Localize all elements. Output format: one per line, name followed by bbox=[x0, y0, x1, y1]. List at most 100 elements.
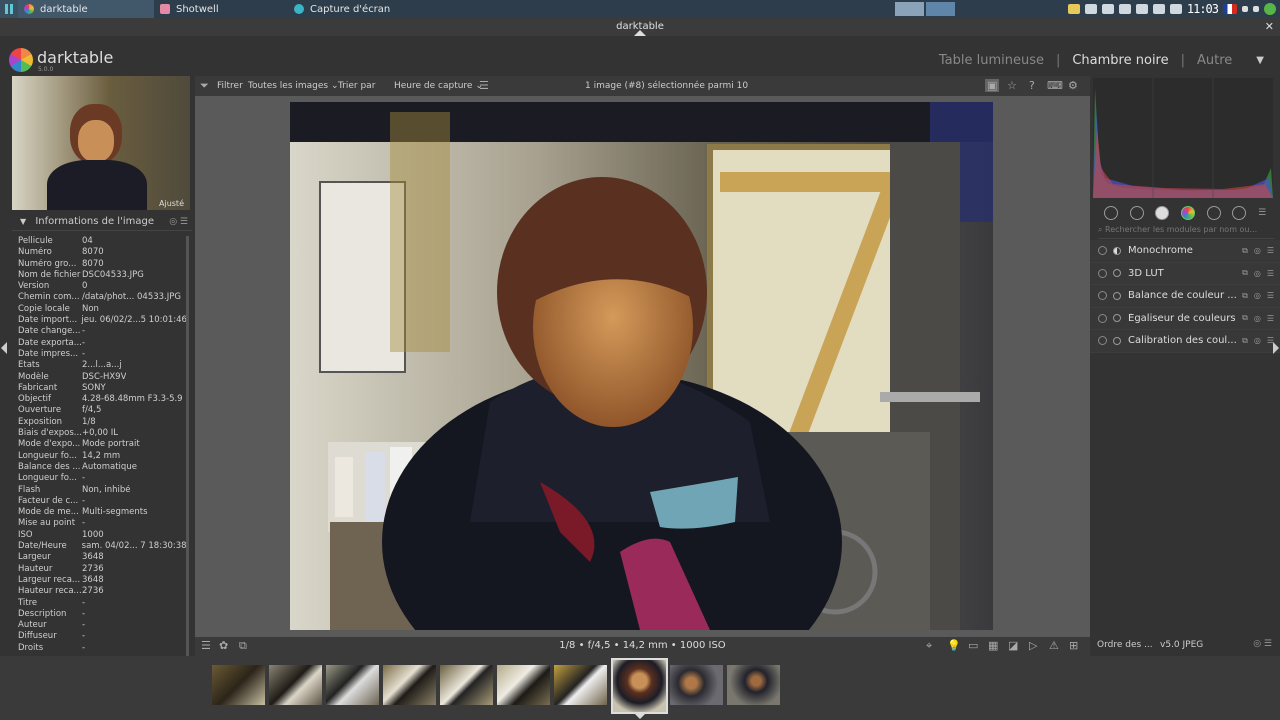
close-icon[interactable]: ✕ bbox=[1265, 18, 1274, 36]
collapse-filmstrip-arrow-icon[interactable] bbox=[633, 712, 647, 719]
left-scrollbar[interactable] bbox=[186, 236, 189, 656]
pipe-order-value[interactable]: v5.0 JPEG bbox=[1160, 640, 1203, 650]
weather-icon[interactable] bbox=[1169, 4, 1182, 14]
module-multi-instance-icon[interactable]: ⧉ bbox=[1242, 268, 1248, 278]
image-info-row: Description - bbox=[18, 609, 186, 620]
module-reset-icon[interactable]: ◎ bbox=[1254, 336, 1261, 345]
filmstrip-thumbnail[interactable] bbox=[438, 663, 495, 707]
task-shotwell[interactable]: Shotwell bbox=[154, 0, 288, 18]
info-key: Facteur de c... bbox=[18, 495, 79, 506]
correct-group-icon[interactable] bbox=[1206, 206, 1221, 220]
module-multi-instance-icon[interactable]: ⧉ bbox=[1242, 291, 1248, 301]
color-group-icon[interactable] bbox=[1180, 206, 1195, 220]
image-info-header[interactable]: ▼ Informations de l'image ◎ ☰ bbox=[12, 213, 192, 231]
views-dropdown-icon[interactable]: ▼ bbox=[1256, 55, 1264, 66]
filmstrip-thumbnail-current[interactable] bbox=[611, 658, 668, 714]
image-info-row: Titre - bbox=[18, 598, 186, 609]
sort-dropdown[interactable]: Heure de capture ⌄ bbox=[394, 81, 483, 91]
module-row[interactable]: Égaliseur de couleurs ⧉ ◎ ☰ bbox=[1090, 307, 1280, 330]
module-row[interactable]: 3D LUT ⧉ ◎ ☰ bbox=[1090, 262, 1280, 285]
start-menu-button[interactable] bbox=[0, 0, 18, 18]
overlay-mode-icon[interactable]: ▣ bbox=[985, 79, 1000, 92]
filmstrip-thumbnail[interactable] bbox=[267, 663, 324, 707]
view-darkroom[interactable]: Chambre noire bbox=[1072, 53, 1168, 68]
footer-options-icons[interactable]: ◎ ☰ bbox=[1253, 639, 1272, 649]
module-power-icon[interactable] bbox=[1098, 268, 1107, 278]
info-key: Version bbox=[18, 281, 50, 292]
color-assessment-icon[interactable]: 💡 bbox=[947, 639, 961, 652]
filmstrip-thumbnail[interactable] bbox=[725, 663, 782, 707]
module-options-icons[interactable]: ◎ ☰ bbox=[169, 213, 188, 231]
module-power-icon[interactable] bbox=[1098, 291, 1107, 301]
module-reset-icon[interactable]: ◎ bbox=[1254, 314, 1261, 323]
desktop-icon[interactable] bbox=[1253, 6, 1259, 12]
mail-icon[interactable] bbox=[1135, 4, 1148, 14]
filmstrip-thumbnail[interactable] bbox=[552, 663, 609, 707]
module-reset-icon[interactable]: ◎ bbox=[1254, 291, 1261, 300]
collapse-arrow-icon[interactable]: ▼ bbox=[20, 217, 26, 226]
module-row[interactable]: Balance de couleur ... ⧉ ◎ ☰ bbox=[1090, 285, 1280, 308]
expand-icon[interactable] bbox=[1242, 6, 1248, 12]
histogram[interactable] bbox=[1093, 78, 1273, 198]
module-power-icon[interactable] bbox=[1098, 246, 1107, 256]
sort-order-icon[interactable]: ☰ bbox=[479, 79, 489, 92]
module-row[interactable]: Calibration des coul... ⧉ ◎ ☰ bbox=[1090, 330, 1280, 353]
filmstrip-thumbnail[interactable] bbox=[324, 663, 381, 707]
notes-icon[interactable] bbox=[1067, 4, 1080, 14]
window-icon[interactable] bbox=[1084, 4, 1097, 14]
preferences-gear-icon[interactable]: ⚙ bbox=[1068, 79, 1078, 92]
keyboard-layout-flag-icon[interactable] bbox=[1223, 4, 1237, 14]
filmstrip-thumbnail[interactable] bbox=[210, 663, 267, 707]
tone-group-icon[interactable] bbox=[1155, 206, 1170, 220]
module-presets-icon[interactable]: ☰ bbox=[1267, 246, 1274, 255]
account-icon[interactable] bbox=[1264, 3, 1276, 15]
clipping-indicator-icon[interactable]: ▦ bbox=[988, 639, 998, 652]
presets-menu-icon[interactable]: ☰ bbox=[1258, 208, 1266, 218]
base-group-icon[interactable] bbox=[1129, 206, 1144, 220]
workspace-2[interactable] bbox=[925, 1, 956, 17]
module-multi-instance-icon[interactable]: ⧉ bbox=[1242, 246, 1248, 256]
module-multi-instance-icon[interactable]: ⧉ bbox=[1242, 336, 1248, 346]
module-reset-icon[interactable]: ◎ bbox=[1254, 269, 1261, 278]
task-darktable[interactable]: darktable bbox=[18, 0, 154, 18]
filter-funnel-icon[interactable]: ⏷ bbox=[200, 79, 209, 93]
collapse-left-panel-icon[interactable] bbox=[1, 342, 7, 354]
filmstrip-thumbnail[interactable] bbox=[495, 663, 552, 707]
task-screenshot[interactable]: Capture d'écran bbox=[288, 0, 396, 18]
clock[interactable]: 11:03 bbox=[1187, 2, 1219, 16]
module-row[interactable]: Monochrome ⧉ ◎ ☰ bbox=[1090, 240, 1280, 263]
module-power-icon[interactable] bbox=[1098, 336, 1107, 346]
view-other[interactable]: Autre bbox=[1197, 53, 1232, 68]
module-presets-icon[interactable]: ☰ bbox=[1267, 269, 1274, 278]
shield-icon[interactable] bbox=[1101, 4, 1114, 14]
softproof-icon[interactable]: ◪ bbox=[1008, 639, 1018, 652]
shortcuts-keyboard-icon[interactable]: ⌨ bbox=[1047, 79, 1063, 92]
module-power-icon[interactable] bbox=[1098, 313, 1107, 323]
iso12646-icon[interactable]: ▷ bbox=[1029, 639, 1037, 652]
raw-overexposed-icon[interactable]: ▭ bbox=[968, 639, 978, 652]
collapse-right-panel-icon[interactable] bbox=[1273, 342, 1279, 354]
module-search-input[interactable]: ⌕ Rechercher les modules par nom ou... bbox=[1098, 225, 1274, 239]
filmstrip-thumbnail[interactable] bbox=[668, 663, 725, 707]
focus-peaking-icon[interactable]: ⌖ bbox=[926, 639, 932, 653]
gamut-check-icon[interactable]: ⚠ bbox=[1049, 639, 1059, 652]
filter-dropdown[interactable]: Toutes les images ⌄ bbox=[248, 81, 339, 91]
guides-icon[interactable]: ⊞ bbox=[1069, 639, 1078, 652]
star-rating-icon[interactable]: ☆ bbox=[1007, 79, 1017, 92]
active-modules-power-icon[interactable] bbox=[1103, 206, 1118, 220]
workspace-1[interactable] bbox=[894, 1, 925, 17]
module-multi-instance-icon[interactable]: ⧉ bbox=[1242, 313, 1248, 323]
module-presets-icon[interactable]: ☰ bbox=[1267, 291, 1274, 300]
view-lighttable[interactable]: Table lumineuse bbox=[939, 53, 1044, 68]
workspace-pager[interactable] bbox=[894, 1, 956, 17]
module-reset-icon[interactable]: ◎ bbox=[1254, 246, 1261, 255]
filmstrip-thumbnail[interactable] bbox=[381, 663, 438, 707]
navigation-thumbnail[interactable]: Ajusté bbox=[12, 76, 190, 210]
help-icon[interactable]: ? bbox=[1029, 79, 1035, 92]
volume-icon[interactable] bbox=[1152, 4, 1165, 14]
effect-group-icon[interactable] bbox=[1232, 206, 1247, 220]
main-image[interactable] bbox=[290, 102, 993, 630]
update-icon[interactable] bbox=[1118, 4, 1131, 14]
zoom-level[interactable]: Ajusté bbox=[159, 199, 184, 208]
module-presets-icon[interactable]: ☰ bbox=[1267, 314, 1274, 323]
